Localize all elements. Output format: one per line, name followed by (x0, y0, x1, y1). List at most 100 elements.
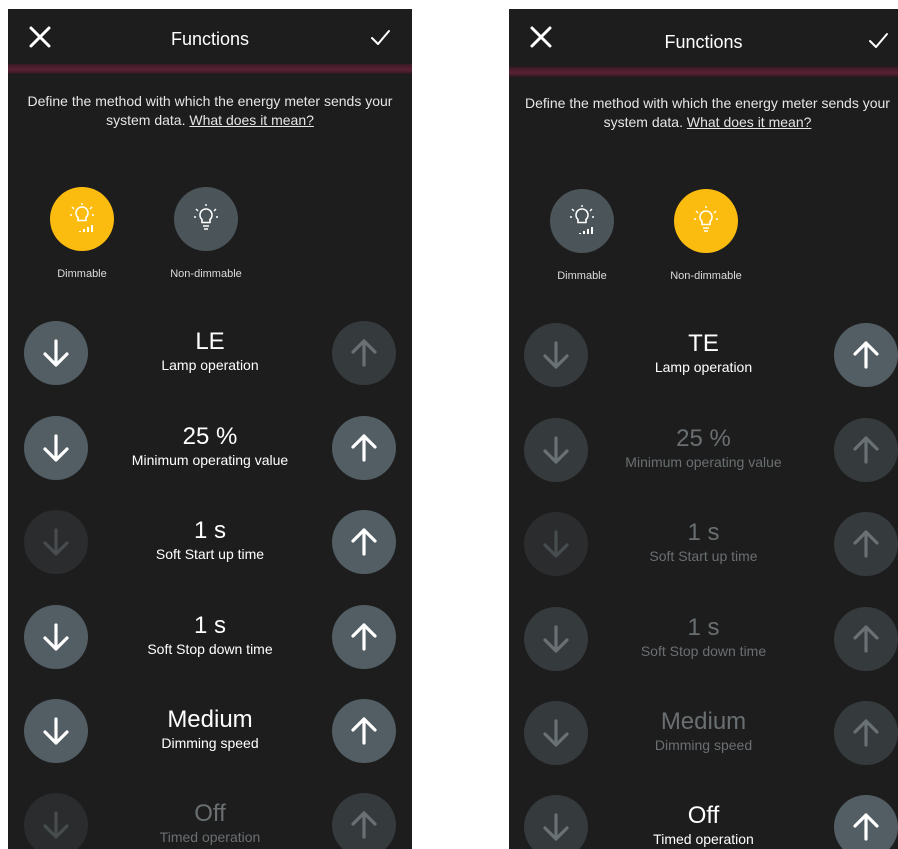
mode-dimmable-button[interactable] (50, 187, 114, 251)
setting-value-group: 25 % Minimum operating value (599, 425, 808, 471)
decrease-button[interactable] (24, 605, 88, 669)
dimmable-bulb-icon (70, 203, 94, 232)
arrow-down-icon (543, 719, 569, 747)
mode-non-dimmable-button[interactable] (174, 187, 238, 251)
confirm-button[interactable] (864, 26, 892, 54)
increase-button[interactable] (834, 795, 898, 849)
arrow-up-icon (351, 623, 377, 651)
setting-value-group: Off Timed operation (98, 800, 322, 846)
arrow-down-icon (43, 811, 69, 839)
mode-non-dimmable-button[interactable] (674, 189, 738, 253)
checkmark-icon (869, 33, 888, 48)
increase-button[interactable] (332, 416, 396, 480)
accent-strip (8, 64, 412, 74)
increase-button[interactable] (332, 321, 396, 385)
setting-row-timed-operation: Off Timed operation (509, 795, 898, 849)
increase-button[interactable] (332, 699, 396, 763)
decrease-button[interactable] (524, 323, 588, 387)
setting-label: Soft Start up time (649, 548, 758, 564)
setting-value: Medium (167, 706, 253, 733)
what-does-it-mean-link[interactable]: What does it mean? (189, 112, 314, 128)
setting-value-group: TE Lamp operation (599, 330, 808, 376)
decrease-button[interactable] (24, 793, 88, 849)
arrow-up-icon (351, 339, 377, 367)
setting-value: LE (195, 328, 225, 355)
setting-value-group: LE Lamp operation (98, 328, 322, 374)
arrow-up-icon (853, 341, 879, 369)
arrow-down-icon (543, 341, 569, 369)
setting-row-timed-operation: Off Timed operation (8, 793, 412, 849)
setting-row-dimming-speed: Medium Dimming speed (8, 699, 412, 763)
setting-value: 1 s (193, 517, 226, 544)
setting-label: Timed operation (653, 831, 754, 847)
mode-non-dimmable-label: Non-dimmable (670, 270, 742, 282)
setting-value: 1 s (193, 612, 226, 639)
arrow-up-icon (853, 530, 879, 558)
arrow-down-icon (543, 436, 569, 464)
mode-non-dimmable[interactable]: Non-dimmable (661, 189, 751, 282)
increase-button[interactable] (332, 793, 396, 849)
setting-value: 1 s (687, 519, 720, 546)
decrease-button[interactable] (24, 321, 88, 385)
setting-label: Lamp operation (161, 357, 259, 373)
arrow-up-icon (853, 436, 879, 464)
mode-dimmable-label: Dimmable (557, 270, 607, 282)
setting-value: Medium (660, 708, 747, 735)
arrow-up-icon (351, 717, 377, 745)
decrease-button[interactable] (24, 510, 88, 574)
arrow-down-icon (543, 813, 569, 841)
arrow-up-icon (351, 528, 377, 556)
arrow-down-icon (43, 623, 69, 651)
mode-dimmable-label: Dimmable (57, 268, 107, 280)
increase-button[interactable] (834, 701, 898, 765)
setting-value-group: 1 s Soft Stop down time (599, 614, 808, 660)
increase-button[interactable] (834, 323, 898, 387)
bulb-icon (194, 204, 218, 230)
decrease-button[interactable] (524, 418, 588, 482)
decrease-button[interactable] (524, 607, 588, 671)
setting-value-group: 1 s Soft Start up time (599, 519, 808, 565)
bulb-icon (694, 206, 718, 232)
arrow-down-icon (43, 434, 69, 462)
accent-strip (509, 67, 898, 77)
arrow-down-icon (543, 625, 569, 653)
increase-button[interactable] (332, 510, 396, 574)
increase-button[interactable] (834, 607, 898, 671)
decrease-button[interactable] (524, 795, 588, 849)
setting-value: TE (688, 330, 719, 357)
setting-label: Dimming speed (654, 737, 753, 753)
increase-button[interactable] (834, 418, 898, 482)
setting-value-group: 1 s Soft Stop down time (98, 612, 322, 658)
description: Define the method with which the energy … (22, 92, 398, 130)
setting-row-soft-start-up-time: 1 s Soft Start up time (8, 510, 412, 574)
description: Define the method with which the energy … (517, 94, 898, 132)
arrow-up-icon (853, 813, 879, 841)
setting-value: 25 % (182, 423, 238, 450)
decrease-button[interactable] (524, 512, 588, 576)
page-title: Functions (664, 32, 743, 52)
setting-row-lamp-operation: TE Lamp operation (509, 323, 898, 387)
setting-row-minimum-operating-value: 25 % Minimum operating value (509, 418, 898, 482)
setting-value-group: Medium Dimming speed (98, 706, 322, 752)
decrease-button[interactable] (24, 416, 88, 480)
decrease-button[interactable] (524, 701, 588, 765)
setting-row-soft-stop-down-time: 1 s Soft Stop down time (509, 607, 898, 671)
mode-dimmable[interactable]: Dimmable (37, 187, 127, 280)
screen-left: Functions Define the method with which t… (8, 9, 412, 849)
decrease-button[interactable] (24, 699, 88, 763)
mode-dimmable[interactable]: Dimmable (537, 189, 627, 282)
arrow-up-icon (853, 625, 879, 653)
setting-label: Lamp operation (654, 359, 753, 375)
setting-row-dimming-speed: Medium Dimming speed (509, 701, 898, 765)
what-does-it-mean-link[interactable]: What does it mean? (687, 114, 812, 130)
header: Functions (509, 9, 898, 77)
setting-value-group: 25 % Minimum operating value (98, 423, 322, 469)
setting-value-group: Medium Dimming speed (599, 708, 808, 754)
dimmable-bulb-icon (570, 205, 594, 234)
confirm-button[interactable] (366, 23, 394, 51)
mode-non-dimmable[interactable]: Non-dimmable (161, 187, 251, 280)
increase-button[interactable] (332, 605, 396, 669)
increase-button[interactable] (834, 512, 898, 576)
arrow-down-icon (543, 530, 569, 558)
mode-dimmable-button[interactable] (550, 189, 614, 253)
